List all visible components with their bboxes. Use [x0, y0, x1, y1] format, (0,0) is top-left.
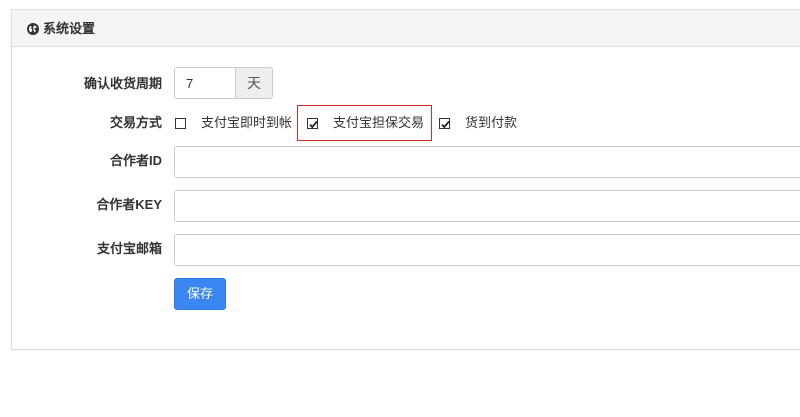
alipay-email-label: 支付宝邮箱 — [96, 241, 162, 256]
alipay-email-input[interactable] — [174, 234, 800, 266]
partner-key-input[interactable] — [174, 190, 800, 222]
confirm-period-group: 天 — [174, 67, 273, 99]
panel-title: 系统设置 — [43, 21, 96, 36]
checkmark-icon — [441, 120, 450, 129]
confirm-period-input[interactable] — [174, 67, 236, 99]
instant-payment-checkbox[interactable] — [175, 118, 186, 129]
cash-on-delivery-checkbox[interactable] — [439, 118, 450, 129]
escrow-payment-checkbox[interactable] — [307, 118, 318, 129]
cash-on-delivery-label[interactable]: 货到付款 — [465, 115, 517, 131]
checkmark-icon — [309, 120, 318, 129]
confirm-period-label: 确认收货周期 — [83, 76, 162, 91]
panel-heading: 系统设置 — [12, 10, 800, 47]
settings-panel: 系统设置 — [11, 9, 800, 350]
partner-id-label: 合作者ID — [109, 153, 162, 168]
save-button[interactable]: 保存 — [174, 278, 226, 310]
trade-type-label: 交易方式 — [109, 115, 162, 130]
confirm-period-unit: 天 — [235, 67, 273, 99]
partner-id-input[interactable] — [174, 146, 800, 178]
escrow-payment-label[interactable]: 支付宝担保交易 — [333, 115, 424, 131]
globe-icon — [27, 23, 39, 35]
instant-payment-label[interactable]: 支付宝即时到帐 — [201, 115, 292, 131]
partner-key-label: 合作者KEY — [96, 197, 162, 212]
